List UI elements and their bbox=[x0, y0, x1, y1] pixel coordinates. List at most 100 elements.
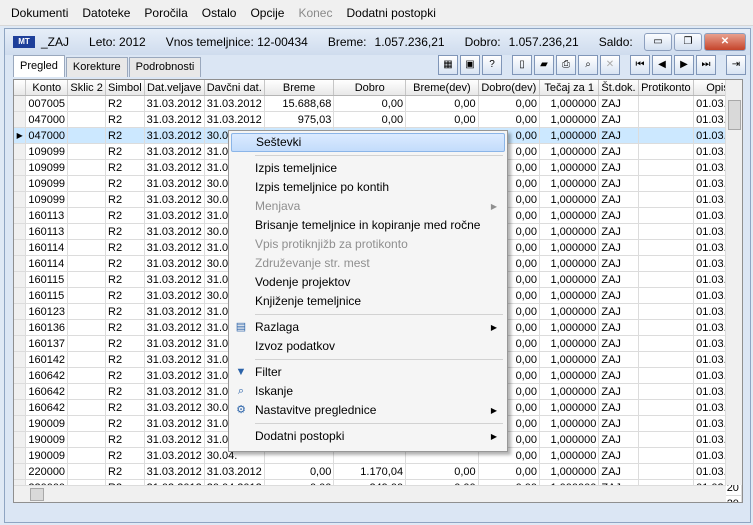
table-cell[interactable]: ZAJ bbox=[598, 143, 639, 160]
table-cell[interactable]: R2 bbox=[105, 255, 145, 272]
table-cell[interactable]: 190009 bbox=[25, 431, 69, 448]
table-cell[interactable]: 31.03.2012 bbox=[144, 95, 205, 112]
table-cell[interactable]: ZAJ bbox=[598, 255, 639, 272]
vertical-scroll-thumb[interactable] bbox=[728, 100, 741, 130]
tab-pregled[interactable]: Pregled bbox=[13, 55, 65, 77]
table-cell[interactable]: 1,000000 bbox=[539, 143, 600, 160]
table-cell[interactable]: R2 bbox=[105, 95, 145, 112]
table-cell[interactable]: 31.03.2012 bbox=[144, 303, 205, 320]
table-cell[interactable]: 160642 bbox=[25, 367, 69, 384]
table-cell[interactable]: 1,000000 bbox=[539, 351, 600, 368]
table-cell[interactable]: 975,03 bbox=[264, 111, 335, 128]
table-cell[interactable] bbox=[67, 415, 107, 432]
table-cell[interactable]: ZAJ bbox=[598, 111, 639, 128]
table-cell[interactable]: R2 bbox=[105, 159, 145, 176]
table-cell[interactable] bbox=[638, 111, 695, 128]
table-cell[interactable]: ZAJ bbox=[598, 319, 639, 336]
table-cell[interactable] bbox=[67, 191, 107, 208]
table-cell[interactable] bbox=[638, 463, 695, 480]
table-cell[interactable]: 31.03.2012 bbox=[144, 159, 205, 176]
table-cell[interactable]: 047000 bbox=[25, 127, 69, 144]
table-cell[interactable]: 160113 bbox=[25, 207, 69, 224]
table-cell[interactable] bbox=[638, 415, 695, 432]
table-cell[interactable]: 31.03.2012 bbox=[144, 175, 205, 192]
table-cell[interactable]: 31.03.2012 bbox=[144, 239, 205, 256]
table-cell[interactable]: ZAJ bbox=[598, 335, 639, 352]
horizontal-scroll-thumb[interactable] bbox=[30, 488, 44, 501]
first-record-icon[interactable]: ⏮ bbox=[630, 55, 650, 75]
menu-item-5[interactable]: Konec bbox=[291, 6, 339, 20]
table-cell[interactable]: 220000 bbox=[25, 463, 69, 480]
column-header[interactable]: Breme bbox=[264, 80, 335, 96]
delete-icon[interactable]: ✕ bbox=[600, 55, 620, 75]
column-header[interactable]: Davčni dat. bbox=[204, 80, 265, 96]
table-cell[interactable] bbox=[638, 367, 695, 384]
table-cell[interactable]: R2 bbox=[105, 127, 145, 144]
table-cell[interactable]: 1,000000 bbox=[539, 255, 600, 272]
screen-icon[interactable]: ▣ bbox=[460, 55, 480, 75]
table-cell[interactable] bbox=[67, 239, 107, 256]
context-menu-item[interactable]: Dodatni postopki ▶ bbox=[231, 427, 505, 446]
table-cell[interactable] bbox=[638, 319, 695, 336]
restore-button[interactable]: ❐ bbox=[674, 33, 702, 51]
table-cell[interactable]: 1,000000 bbox=[539, 447, 600, 464]
table-cell[interactable]: 190009 bbox=[25, 447, 69, 464]
table-cell[interactable]: ZAJ bbox=[598, 223, 639, 240]
open-folder-icon[interactable]: ▰ bbox=[534, 55, 554, 75]
table-cell[interactable]: 31.03.2012 bbox=[144, 191, 205, 208]
table-cell[interactable]: R2 bbox=[105, 239, 145, 256]
table-cell[interactable] bbox=[67, 95, 107, 112]
table-cell[interactable] bbox=[638, 207, 695, 224]
table-cell[interactable] bbox=[67, 111, 107, 128]
table-cell[interactable]: R2 bbox=[105, 191, 145, 208]
table-cell[interactable]: 0,00 bbox=[405, 463, 479, 480]
menu-item-0[interactable]: Dokumenti bbox=[4, 6, 75, 20]
table-cell[interactable]: 31.03.2012 bbox=[144, 287, 205, 304]
context-menu-item[interactable]: Izpis temeljnice bbox=[231, 159, 505, 178]
table-cell[interactable]: 0,00 bbox=[478, 463, 540, 480]
table-cell[interactable] bbox=[67, 159, 107, 176]
table-cell[interactable]: R2 bbox=[105, 367, 145, 384]
table-cell[interactable]: 160115 bbox=[25, 287, 69, 304]
menu-item-3[interactable]: Ostalo bbox=[195, 6, 244, 20]
table-cell[interactable] bbox=[638, 159, 695, 176]
context-menu-item[interactable]: Vodenje projektov bbox=[231, 273, 505, 292]
table-cell[interactable] bbox=[638, 431, 695, 448]
table-cell[interactable]: 160123 bbox=[25, 303, 69, 320]
table-row[interactable]: 220000 R2 31.03.2012 31.03.2012 0,00 1.170,04… bbox=[14, 463, 742, 480]
table-cell[interactable] bbox=[638, 143, 695, 160]
table-cell[interactable]: ZAJ bbox=[598, 191, 639, 208]
context-menu-item[interactable]: Knjiženje temeljnice bbox=[231, 292, 505, 311]
print-icon[interactable]: ⎙ bbox=[556, 55, 576, 75]
table-cell[interactable]: R2 bbox=[105, 207, 145, 224]
table-cell[interactable]: 1,000000 bbox=[539, 175, 600, 192]
table-cell[interactable]: 31.03.2012 bbox=[144, 351, 205, 368]
table-cell[interactable]: 109099 bbox=[25, 191, 69, 208]
table-cell[interactable]: 160642 bbox=[25, 399, 69, 416]
menu-item-4[interactable]: Opcije bbox=[243, 6, 291, 20]
menu-item-6[interactable]: Dodatni postopki bbox=[339, 6, 442, 20]
table-cell[interactable]: 31.03.2012 bbox=[144, 111, 205, 128]
table-cell[interactable]: 190009 bbox=[25, 415, 69, 432]
menu-item-2[interactable]: Poročila bbox=[137, 6, 194, 20]
table-cell[interactable]: R2 bbox=[105, 303, 145, 320]
table-cell[interactable]: 1,000000 bbox=[539, 383, 600, 400]
tab-korekture[interactable]: Korekture bbox=[65, 57, 128, 77]
table-cell[interactable]: ZAJ bbox=[598, 415, 639, 432]
column-header[interactable]: Dobro(dev) bbox=[478, 80, 540, 96]
table-cell[interactable]: 31.03.2012 bbox=[204, 463, 265, 480]
table-cell[interactable]: ZAJ bbox=[598, 399, 639, 416]
context-menu-item[interactable]: ▼ Filter bbox=[231, 363, 505, 382]
table-cell[interactable]: R2 bbox=[105, 319, 145, 336]
horizontal-scrollbar[interactable] bbox=[14, 485, 726, 502]
table-cell[interactable]: 31.03.2012 bbox=[144, 431, 205, 448]
column-header[interactable]: Breme(dev) bbox=[405, 80, 479, 96]
table-cell[interactable]: 31.03.2012 bbox=[144, 255, 205, 272]
table-cell[interactable]: 160115 bbox=[25, 271, 69, 288]
table-cell[interactable] bbox=[67, 143, 107, 160]
table-cell[interactable]: R2 bbox=[105, 287, 145, 304]
table-cell[interactable]: ZAJ bbox=[598, 127, 639, 144]
table-cell[interactable]: 1,000000 bbox=[539, 303, 600, 320]
column-header[interactable]: Simbol bbox=[105, 80, 145, 96]
table-cell[interactable]: 1,000000 bbox=[539, 127, 600, 144]
